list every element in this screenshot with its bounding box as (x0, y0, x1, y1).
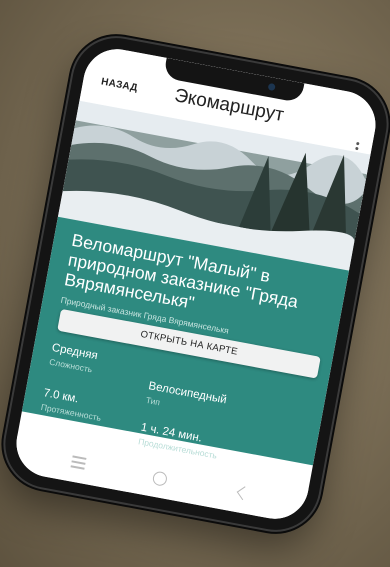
stat-length: 7.0 км. Протяженность (40, 387, 105, 423)
recent-apps-icon[interactable] (70, 455, 87, 471)
app-screen: НАЗАД Экомаршрут Веломаршрут "Малый" в п… (10, 43, 382, 525)
back-icon[interactable] (236, 486, 251, 501)
stat-difficulty: Средняя Сложность (48, 342, 98, 375)
home-icon[interactable] (151, 470, 169, 487)
phone-frame: НАЗАД Экомаршрут Веломаршрут "Малый" в п… (0, 30, 390, 538)
stat-duration: 1 ч. 24 мин. Продолжительность (137, 421, 220, 460)
stat-type: Велосипедный Тип (145, 380, 227, 419)
